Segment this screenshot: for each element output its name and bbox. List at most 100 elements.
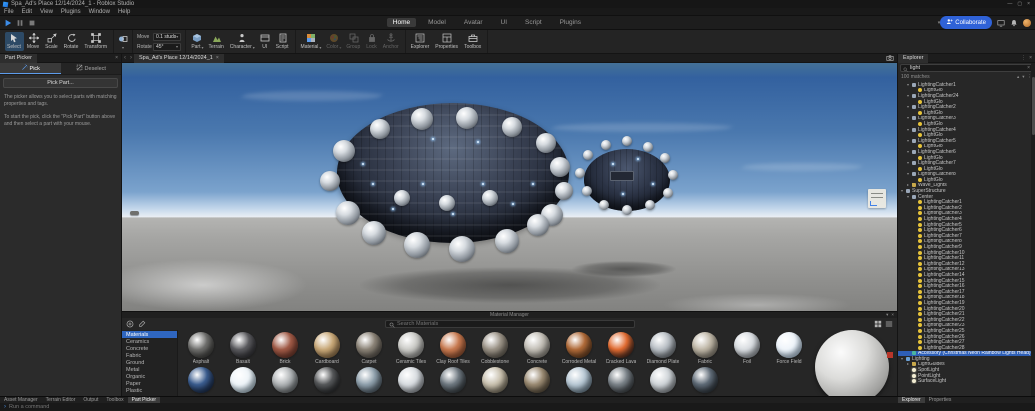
explorer-scrollbar[interactable]: [1031, 63, 1035, 396]
menu-item[interactable]: File: [4, 9, 14, 15]
add-material-icon[interactable]: [126, 320, 134, 328]
chrome-sphere[interactable]: [663, 188, 673, 198]
prev-match-icon[interactable]: ▴: [1017, 74, 1019, 80]
notifications-bell-icon[interactable]: [1010, 19, 1018, 27]
chrome-sphere[interactable]: [536, 133, 556, 153]
ribbon-tool[interactable]: Anchor: [381, 32, 402, 51]
chrome-sphere[interactable]: [555, 182, 573, 200]
material-preview-sphere[interactable]: [815, 330, 889, 396]
material-category[interactable]: Paper: [122, 380, 177, 387]
chrome-sphere[interactable]: [599, 200, 609, 210]
material-tile[interactable]: [685, 367, 725, 393]
pick-mode-tab[interactable]: Deselect: [61, 63, 122, 74]
material-category[interactable]: Concrete: [122, 345, 177, 352]
minimize-button[interactable]: —: [1007, 1, 1012, 7]
ribbon-tab[interactable]: Script: [519, 18, 548, 27]
material-tile[interactable]: Brick: [265, 332, 305, 365]
material-category[interactable]: Metal: [122, 366, 177, 373]
dock-tab[interactable]: Explorer: [898, 397, 925, 403]
chrome-sphere[interactable]: [333, 140, 355, 162]
tree-item[interactable]: SurfaceLight: [898, 378, 1035, 384]
chrome-sphere[interactable]: [502, 117, 522, 137]
3d-viewport[interactable]: [122, 63, 897, 311]
list-view-icon[interactable]: [885, 320, 893, 328]
material-tile[interactable]: [307, 367, 347, 393]
clear-filter-icon[interactable]: ×: [1027, 65, 1030, 71]
chrome-sphere[interactable]: [495, 229, 519, 253]
explorer-filter[interactable]: ×: [900, 64, 1033, 72]
chrome-sphere[interactable]: [660, 153, 670, 163]
maximize-button[interactable]: ▢: [1017, 1, 1022, 7]
ribbon-tool[interactable]: Material ▾: [299, 32, 324, 51]
ribbon-tool[interactable]: Select: [5, 32, 24, 51]
chrome-sphere[interactable]: [550, 157, 570, 177]
chrome-sphere[interactable]: [320, 171, 340, 191]
panel-menu-icon[interactable]: ▾: [886, 312, 888, 318]
command-bar-input[interactable]: [9, 404, 309, 410]
chrome-sphere[interactable]: [482, 190, 498, 206]
chrome-sphere[interactable]: [449, 236, 475, 262]
menu-item[interactable]: Help: [118, 9, 130, 15]
material-category[interactable]: Fabric: [122, 352, 177, 359]
chrome-sphere[interactable]: [527, 214, 549, 236]
chrome-sphere[interactable]: [362, 221, 386, 245]
material-tile[interactable]: Basalt: [223, 332, 263, 365]
capture-icon[interactable]: [886, 54, 894, 62]
panel-close-icon[interactable]: ×: [1029, 55, 1032, 61]
material-tile[interactable]: [265, 367, 305, 393]
material-tile[interactable]: Cardboard: [307, 332, 347, 365]
screen-share-icon[interactable]: [997, 19, 1005, 27]
material-tile[interactable]: [349, 367, 389, 393]
expand-arrow-icon[interactable]: ▾: [907, 82, 911, 87]
chrome-sphere[interactable]: [575, 168, 585, 178]
chrome-sphere[interactable]: [411, 108, 433, 130]
dock-tab[interactable]: Asset Manager: [0, 397, 42, 403]
dock-tab[interactable]: Terrain Editor: [42, 397, 80, 403]
material-tile[interactable]: Foil: [727, 332, 767, 365]
ribbon-tool[interactable]: Lock: [364, 32, 380, 51]
material-preview-badge[interactable]: [887, 352, 893, 358]
chrome-sphere[interactable]: [601, 140, 611, 150]
expand-arrow-icon[interactable]: ▾: [907, 127, 911, 132]
dock-tab[interactable]: Properties: [925, 397, 956, 403]
material-tile[interactable]: [517, 367, 557, 393]
transform-mode-dropdown[interactable]: ▾: [114, 30, 133, 53]
dock-tab[interactable]: Part Picker: [127, 397, 161, 403]
expand-arrow-icon[interactable]: ▾: [907, 161, 911, 165]
material-tile[interactable]: [475, 367, 515, 393]
panel-overflow-icon[interactable]: ⋮: [1021, 55, 1026, 61]
material-tile[interactable]: Cobblestone: [475, 332, 515, 365]
material-tile[interactable]: [643, 367, 683, 393]
close-button[interactable]: ×: [1027, 1, 1030, 7]
ribbon-tool[interactable]: Transform: [82, 32, 110, 51]
ribbon-tool[interactable]: Group: [344, 32, 363, 51]
move-snap-input[interactable]: 0.1 studs ▾: [153, 32, 182, 41]
ribbon-tool[interactable]: Toolbox: [462, 32, 484, 51]
dock-tab[interactable]: Output: [79, 397, 102, 403]
ribbon-tab[interactable]: UI: [495, 18, 514, 27]
dock-tab[interactable]: Toolbox: [102, 397, 127, 403]
ribbon-tool[interactable]: Color ▾: [324, 32, 343, 51]
distant-part[interactable]: [130, 211, 139, 215]
material-tile[interactable]: Clay Roof Tiles: [433, 332, 473, 365]
material-search[interactable]: [385, 320, 635, 328]
menu-item[interactable]: Edit: [22, 9, 32, 15]
material-tile[interactable]: Cracked Lava: [601, 332, 641, 365]
ribbon-tab[interactable]: Avatar: [458, 18, 489, 27]
ribbon-tab[interactable]: Model: [422, 18, 452, 27]
chrome-sphere[interactable]: [668, 170, 678, 180]
material-category[interactable]: Organic: [122, 373, 177, 380]
material-tile[interactable]: Force Field: [769, 332, 809, 365]
ribbon-tool[interactable]: Scale: [43, 32, 61, 51]
pause-button[interactable]: [16, 19, 24, 27]
chrome-sphere[interactable]: [582, 186, 592, 196]
pick-part-button[interactable]: Pick Part...: [3, 78, 118, 88]
stop-button[interactable]: [28, 19, 36, 27]
material-search-input[interactable]: [397, 321, 631, 327]
chrome-sphere[interactable]: [394, 190, 410, 206]
explorer-filter-input[interactable]: [910, 65, 1026, 71]
play-button[interactable]: [4, 19, 12, 27]
ribbon-tool[interactable]: UI: [258, 32, 273, 51]
ribbon-tool[interactable]: Character ▾: [228, 32, 257, 51]
ribbon-tool[interactable]: Move: [25, 32, 42, 51]
